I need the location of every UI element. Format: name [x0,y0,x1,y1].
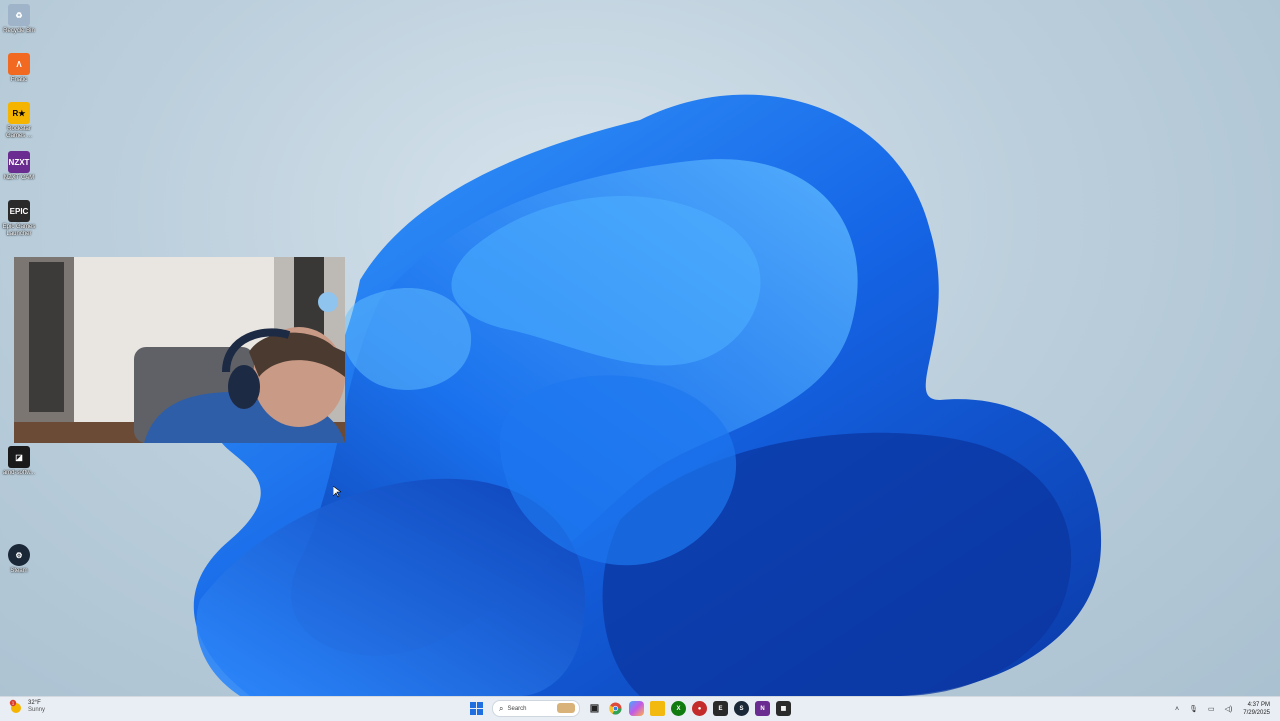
search-icon: ⌕ [499,703,504,713]
desktop-icon-label: Fnatic [10,77,28,83]
desktop-icon-label: amd-softw... [2,470,36,476]
weather-widget[interactable]: 1 32°F Sunny [8,699,45,715]
rockstar-icon: R★ [8,102,30,124]
steam-icon: ⚙ [8,544,30,566]
taskbar-clock[interactable]: 4:37 PM 7/29/2025 [1243,701,1270,717]
clock-time: 4:37 PM [1247,702,1270,708]
microphone-icon[interactable]: 🎙 [1189,705,1198,713]
desktop-icon-label: Epic Games Launcher [2,224,36,237]
epic-games-taskbar-icon[interactable]: E [713,701,728,716]
chrome-icon[interactable] [608,701,623,716]
taskbar-center: ⌕ Search ▣ X ● E S N ▦ [466,700,794,717]
app-taskbar-icon[interactable]: ▦ [776,701,791,716]
desktop-icon-label: NZXT CAM [3,175,35,181]
webcam-overlay [14,257,345,443]
weather-temp: 32°F [28,700,41,706]
desktop-icon-label: Rockstar Games ... [5,126,32,139]
nzxt-icon: NZXT [8,151,30,173]
volume-icon[interactable]: ◁) [1225,705,1233,713]
taskbar-search-box[interactable]: ⌕ Search [492,700,580,717]
search-highlight-icon [557,703,575,713]
windows-logo-icon [470,702,483,715]
start-button[interactable] [469,701,484,716]
desktop-icon-nzxt[interactable]: NZXT NZXT CAM [2,151,36,182]
desktop-icon-rockstar[interactable]: R★ Rockstar Games ... [2,102,36,140]
desktop-icon-label: Recycle Bin [3,28,35,34]
chevron-up-icon[interactable]: ˄ [1175,706,1179,713]
mouse-cursor-icon [333,486,341,498]
desktop-icon-epic-games[interactable]: EPIC Epic Games Launcher [2,200,36,238]
system-tray: ˄ 🎙 ▭ ◁) 4:37 PM 7/29/2025 [1170,697,1280,721]
amd-icon: ◪ [8,446,30,468]
desktop-icon-recycle-bin[interactable]: ♻ Recycle Bin [2,4,36,35]
xbox-icon[interactable]: X [671,701,686,716]
desktop-icon-steam[interactable]: ⚙ Steam [2,544,36,575]
search-placeholder: Search [507,705,527,712]
game-bar-icon[interactable]: ● [692,701,707,716]
task-view-button[interactable]: ▣ [587,701,602,716]
fnatic-icon: Λ [8,53,30,75]
file-explorer-icon[interactable] [650,701,665,716]
weather-condition: Sunny [28,707,46,713]
desktop-icon-label: Steam [10,568,28,574]
sun-icon: 1 [9,699,21,713]
desktop-icon-fnatic[interactable]: Λ Fnatic [2,53,36,84]
epic-games-icon: EPIC [8,200,30,222]
nzxt-taskbar-icon[interactable]: N [755,701,770,716]
clock-date: 7/29/2025 [1243,710,1270,716]
network-icon[interactable]: ▭ [1208,705,1215,713]
recycle-bin-icon: ♻ [8,4,30,26]
webcam-image [14,257,345,443]
steam-taskbar-icon[interactable]: S [734,701,749,716]
desktop-icon-amd[interactable]: ◪ amd-softw... [2,446,36,477]
copilot-icon[interactable] [629,701,644,716]
taskbar: 1 32°F Sunny ⌕ Search ▣ X ● E S N ▦ ˄ 🎙 … [0,696,1280,721]
